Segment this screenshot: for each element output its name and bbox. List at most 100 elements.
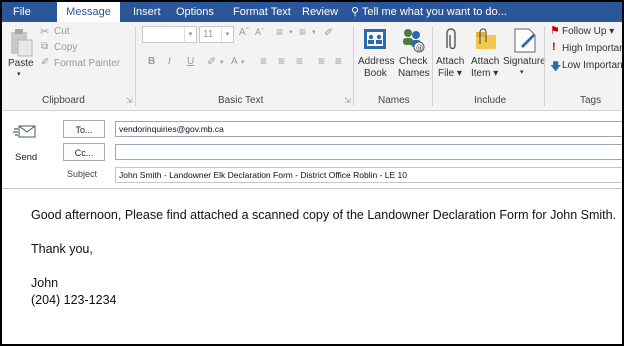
send-label: Send xyxy=(15,152,38,163)
paste-icon xyxy=(11,29,33,57)
check-names-label-1: Check xyxy=(399,56,428,67)
check-names-button[interactable]: @ Check Names xyxy=(395,24,430,90)
body-blank-line xyxy=(31,258,616,275)
tab-file[interactable]: File xyxy=(13,2,31,22)
tab-options[interactable]: Options xyxy=(176,2,214,22)
italic-icon[interactable]: I xyxy=(168,56,171,67)
cc-button[interactable]: Cc... xyxy=(63,143,105,161)
signature-icon xyxy=(514,28,536,53)
ribbon-separator xyxy=(544,26,545,106)
tab-format-text[interactable]: Format Text xyxy=(233,2,291,22)
format-painter-button[interactable]: ✐ Format Painter xyxy=(40,56,132,72)
chevron-down-icon: ▾ xyxy=(241,59,245,66)
tab-insert[interactable]: Insert xyxy=(133,2,161,22)
attach-file-button[interactable]: Attach File ▾ xyxy=(435,24,465,90)
follow-up-button[interactable]: ⚑ Follow Up ▾ xyxy=(548,24,622,40)
numbering-icon[interactable]: ≡ xyxy=(299,25,306,39)
to-button[interactable]: To... xyxy=(63,120,105,138)
to-field[interactable]: vendorinquiries@gov.mb.ca xyxy=(115,121,622,137)
chevron-down-icon: ▾ xyxy=(312,29,316,36)
attach-item-button[interactable]: Attach Item ▾ xyxy=(468,24,502,90)
body-line: John xyxy=(31,276,59,290)
body-blank-line xyxy=(31,224,616,241)
clear-formatting-icon[interactable]: ✐ xyxy=(324,26,333,39)
send-button[interactable]: Send xyxy=(8,117,50,173)
ribbon: Paste ▾ ✂ Cut ⧉ Copy ✐ Format Painter Cl… xyxy=(2,22,622,111)
font-name-combo[interactable]: ▾ xyxy=(142,26,197,43)
follow-up-label: Follow Up ▾ xyxy=(562,26,615,37)
increase-indent-icon[interactable]: ≡ xyxy=(335,54,342,68)
underline-icon[interactable]: U xyxy=(187,56,194,67)
copy-icon: ⧉ xyxy=(41,41,49,52)
tell-me-box[interactable]: ⚲ Tell me what you want to do... xyxy=(351,2,507,22)
check-names-label-2: Names xyxy=(398,68,430,79)
message-body[interactable]: Good afternoon, Please find attached a s… xyxy=(31,207,616,309)
paintbrush-icon: ✐ xyxy=(41,57,50,68)
bullets-icon[interactable]: ≡ xyxy=(276,25,283,39)
cut-label: Cut xyxy=(54,26,70,37)
attach-file-label-2: File ▾ xyxy=(438,68,462,79)
ribbon-separator xyxy=(432,26,433,106)
attach-file-label-1: Attach xyxy=(436,56,465,67)
grow-font-icon[interactable]: Aˆ xyxy=(239,27,249,38)
tell-me-text: Tell me what you want to do... xyxy=(361,6,507,18)
align-left-icon[interactable]: ≡ xyxy=(260,54,267,68)
copy-button[interactable]: ⧉ Copy xyxy=(40,40,120,56)
shrink-font-icon[interactable]: Aˇ xyxy=(255,27,264,37)
names-group-label: Names xyxy=(378,95,410,106)
high-importance-button[interactable]: ! High Importance xyxy=(548,41,622,57)
align-center-icon[interactable]: ≡ xyxy=(278,54,285,68)
clipboard-launcher-icon[interactable]: ⇲ xyxy=(126,96,133,105)
attach-item-label-2: Item ▾ xyxy=(471,68,499,79)
low-importance-label: Low Importance xyxy=(562,60,622,71)
tab-message[interactable]: Message xyxy=(57,2,120,22)
basic-text-launcher-icon[interactable]: ⇲ xyxy=(344,96,351,105)
font-size-value: 11 xyxy=(203,29,214,40)
attach-item-icon xyxy=(476,28,496,49)
high-importance-label: High Importance xyxy=(562,43,622,54)
cut-button[interactable]: ✂ Cut xyxy=(40,24,120,40)
scissors-icon: ✂ xyxy=(40,26,50,38)
attach-item-label-1: Attach xyxy=(471,56,500,67)
outlook-message-window: File Message Insert Options Format Text … xyxy=(2,2,622,344)
tags-group-label: Tags xyxy=(580,95,602,106)
body-line: Good afternoon, Please find attached a s… xyxy=(31,208,617,222)
flag-icon: ⚑ xyxy=(550,25,560,37)
chevron-down-icon: ▾ xyxy=(289,29,293,36)
low-importance-button[interactable]: 🡇 Low Importance xyxy=(548,58,622,74)
address-book-label-2: Book xyxy=(364,68,387,79)
svg-text:@: @ xyxy=(416,44,423,52)
highlight-icon[interactable]: ✐ xyxy=(207,55,216,68)
chevron-down-icon: ▾ xyxy=(220,59,224,66)
cc-field[interactable] xyxy=(115,144,622,160)
copy-label: Copy xyxy=(54,42,78,53)
subject-field[interactable]: John Smith - Landowner Elk Declaration F… xyxy=(115,167,622,183)
decrease-indent-icon[interactable]: ≡ xyxy=(318,54,325,68)
lightbulb-icon: ⚲ xyxy=(351,6,360,18)
bold-icon[interactable]: B xyxy=(148,56,155,67)
font-size-combo[interactable]: 11 ▾ xyxy=(199,26,234,43)
paste-button[interactable]: Paste ▾ xyxy=(6,26,36,88)
body-line: (204) 123-1234 xyxy=(31,293,117,307)
subject-label: Subject xyxy=(67,169,98,179)
send-envelope-icon xyxy=(13,125,36,138)
clipboard-group-label: Clipboard xyxy=(42,95,85,106)
tab-review[interactable]: Review xyxy=(302,2,338,22)
signature-label: Signature xyxy=(503,56,546,67)
font-color-icon[interactable]: A xyxy=(231,56,238,67)
down-arrow-icon: 🡇 xyxy=(550,61,562,73)
paste-dropdown-arrow-icon: ▾ xyxy=(17,71,21,78)
paperclip-icon xyxy=(446,28,456,50)
chevron-down-icon: ▾ xyxy=(184,27,196,42)
check-names-icon: @ xyxy=(403,29,425,53)
format-painter-label: Format Painter xyxy=(54,58,121,69)
body-line: Thank you, xyxy=(31,242,93,256)
align-right-icon[interactable]: ≡ xyxy=(296,54,303,68)
address-book-button[interactable]: Address Book xyxy=(357,24,395,90)
signature-button[interactable]: Signature ▾ xyxy=(503,24,546,90)
address-book-label-1: Address xyxy=(358,56,395,67)
basic-text-group-label: Basic Text xyxy=(218,95,264,106)
address-book-icon xyxy=(364,29,386,49)
ribbon-tab-bar: File Message Insert Options Format Text … xyxy=(2,2,622,22)
ribbon-separator xyxy=(135,26,136,106)
